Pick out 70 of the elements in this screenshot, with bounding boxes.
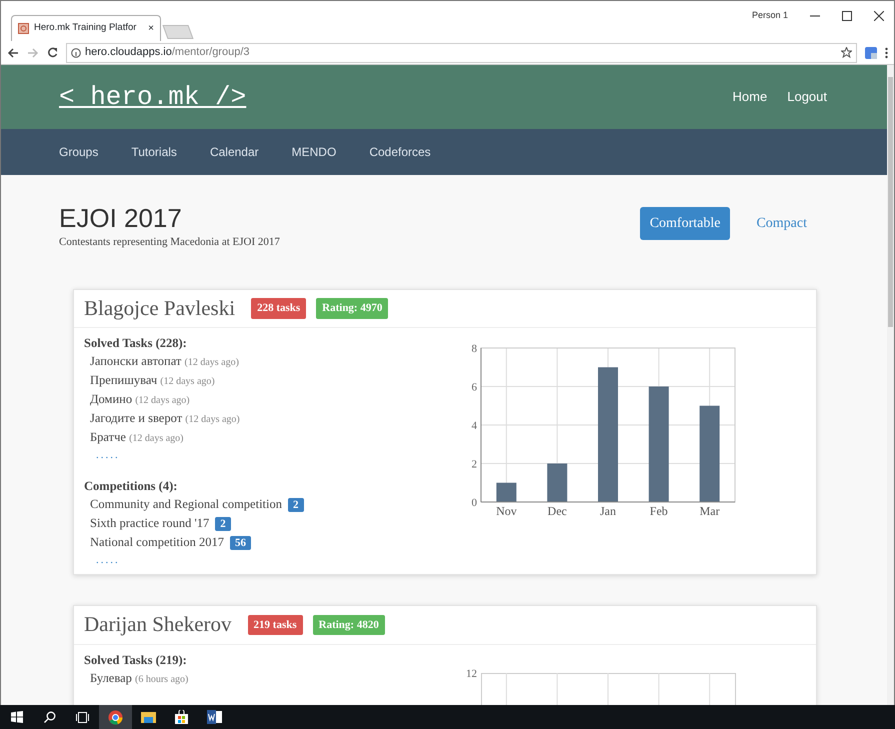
- site-logo[interactable]: < hero.mk />: [59, 78, 246, 116]
- reload-icon[interactable]: [47, 47, 58, 58]
- solved-task-item[interactable]: Домино (12 days ago): [84, 390, 445, 410]
- solved-task-item[interactable]: Јапонски автопат (12 days ago): [84, 352, 445, 372]
- windows-start-icon[interactable]: [10, 711, 22, 723]
- view-mode-button[interactable]: Comfortable: [640, 207, 730, 240]
- menu-icon[interactable]: [885, 46, 888, 58]
- chrome-browser-icon[interactable]: [108, 710, 123, 724]
- solved-task-item[interactable]: Булевар (6 hours ago): [84, 668, 445, 688]
- y-tick-label: 8: [472, 343, 477, 356]
- task-view-icon[interactable]: [76, 712, 89, 722]
- nav-link[interactable]: Codeforces: [369, 143, 431, 161]
- section-heading: Solved Tasks (219):: [84, 652, 188, 669]
- competition-name[interactable]: Community and Regional competition: [90, 497, 282, 512]
- competition-count: 2: [288, 498, 304, 512]
- tasks-count-label: 219 tasks: [248, 614, 303, 636]
- search-icon[interactable]: [44, 711, 56, 723]
- competition-count: 56: [230, 536, 252, 550]
- nav-link[interactable]: Tutorials: [131, 143, 177, 161]
- x-tick-label: Mar: [700, 504, 720, 518]
- header-link[interactable]: Logout: [787, 89, 827, 104]
- solved-task-item[interactable]: Препишувач (12 days ago): [84, 371, 445, 390]
- y-tick-label: 0: [472, 497, 477, 510]
- competition-name[interactable]: National competition 2017: [90, 535, 224, 550]
- y-tick-label: 12: [466, 668, 477, 680]
- x-tick-label: Feb: [650, 504, 668, 518]
- store-bag-icon[interactable]: [175, 710, 188, 724]
- contestant-name[interactable]: Darijan Shekerov: [84, 609, 232, 641]
- nav-link[interactable]: Calendar: [210, 143, 259, 161]
- solved-task-item[interactable]: Братче (12 days ago): [84, 428, 445, 448]
- nav-link[interactable]: Groups: [59, 143, 98, 161]
- tasks-count-label: 228 tasks: [251, 298, 306, 319]
- profile-name[interactable]: Person 1: [752, 9, 788, 22]
- view-mode-button[interactable]: Compact: [746, 207, 817, 240]
- page-title: EJOI 2017: [59, 203, 183, 234]
- x-tick-label: Jan: [600, 504, 616, 518]
- address-bar[interactable]: hero.cloudapps.io/mentor/group/3: [66, 42, 857, 62]
- scrollbar[interactable]: [887, 65, 894, 705]
- more-link[interactable]: .....: [84, 552, 445, 568]
- bar: [547, 464, 568, 502]
- site-favicon-icon: [18, 23, 29, 34]
- x-tick-label: Nov: [496, 504, 517, 518]
- section-heading: Competitions (4):: [84, 478, 178, 496]
- section-heading: Solved Tasks (228):: [84, 335, 188, 352]
- competition-count: 2: [215, 517, 231, 532]
- maximize-icon[interactable]: [842, 10, 852, 21]
- bar: [496, 482, 516, 502]
- y-tick-label: 2: [472, 458, 477, 471]
- y-tick-label: 4: [472, 420, 477, 432]
- back-arrow-icon[interactable]: [7, 48, 19, 58]
- folder-icon[interactable]: [141, 711, 156, 723]
- page-subtitle: Contestants representing Macedonia at EJOI 2017: [59, 235, 280, 250]
- x-tick-label: Dec: [548, 504, 567, 518]
- contestant-name[interactable]: Blagojce Pavleski: [84, 292, 236, 324]
- rating-label: Rating: 4820: [312, 614, 385, 636]
- star-icon[interactable]: [841, 47, 852, 58]
- header-link[interactable]: Home: [732, 89, 768, 104]
- rating-label: Rating: 4970: [316, 298, 388, 319]
- y-tick-label: 6: [472, 382, 477, 394]
- browser-tab[interactable]: Hero.mk Training Platfor ×: [11, 15, 161, 41]
- url-text: hero.cloudapps.io/mentor/group/3: [85, 45, 250, 60]
- competition-name[interactable]: Sixth practice round '17: [90, 516, 210, 530]
- more-link[interactable]: .....: [84, 447, 445, 464]
- nav-link[interactable]: MENDO: [292, 143, 336, 161]
- close-icon[interactable]: [874, 10, 884, 21]
- tab-title: Hero.mk Training Platfor: [34, 21, 138, 36]
- solved-task-item[interactable]: Јагодите и ѕверот (12 days ago): [84, 409, 445, 428]
- word-app-icon[interactable]: [207, 710, 222, 724]
- info-icon: [71, 48, 81, 58]
- tab-close-button[interactable]: ×: [148, 21, 154, 36]
